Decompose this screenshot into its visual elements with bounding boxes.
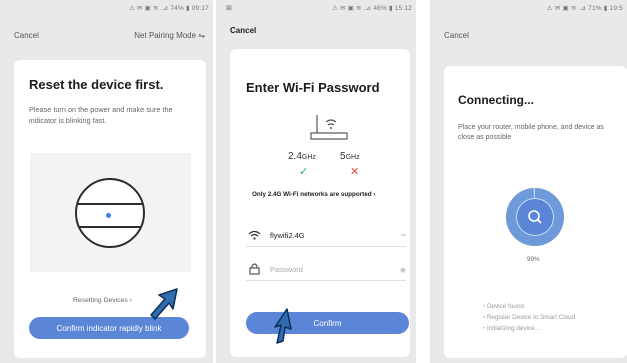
freq-5ghz: 5GHz (340, 151, 360, 162)
cancel-button[interactable]: Cancel (230, 26, 256, 35)
list-item: Register Device to Smart Cloud (483, 312, 575, 323)
wifi-password-screen: ⊠ ⚠ ✉ ▣ ≋ .⊿ 46% ▮ 15:12 Cancel (216, 0, 416, 363)
cross-icon: ✕ (350, 166, 360, 178)
cancel-button[interactable]: Cancel (444, 31, 469, 40)
progress-ring (506, 188, 564, 246)
freq-2-4ghz-unit: GHz (301, 154, 316, 161)
page-title: Enter Wi-Fi Password (246, 80, 380, 95)
progress-label: 99% (527, 256, 540, 263)
freq-5ghz-unit: GHz (345, 154, 360, 161)
wifi-name-row[interactable]: flywifi2.4G ⇋ (246, 225, 406, 247)
net-pairing-mode-button[interactable]: Net Pairing Mode ⇋ (134, 31, 205, 40)
reset-instructions: Please turn on the power and make sure t… (29, 105, 173, 125)
progress-steps: Device found Register Device to Smart Cl… (483, 301, 575, 334)
switch-network-icon[interactable]: ⇋ (401, 232, 406, 239)
wifi-name-value: flywifi2.4G (270, 231, 305, 240)
divider (246, 246, 406, 247)
status-bar: ⚠ ✉ ▣ ≋ .⊿ 46% ▮ 15:12 (331, 5, 412, 12)
password-input[interactable] (270, 262, 380, 276)
resetting-devices-link[interactable]: Resetting Devices › (73, 297, 132, 304)
connecting-instructions: Place your router, mobile phone, and dev… (458, 124, 604, 141)
device-image-line (79, 226, 141, 228)
wifi-icon (248, 230, 261, 240)
list-item: Initializing device... (483, 323, 575, 334)
wifi-card (230, 49, 410, 357)
page-title: Connecting... (458, 93, 534, 107)
list-item: Device found (483, 301, 575, 312)
password-row: ◉ (246, 259, 406, 281)
page-title: Reset the device first. (29, 77, 164, 92)
supported-networks-link[interactable]: Only 2.4G Wi-Fi networks are supported › (252, 191, 375, 198)
status-bar: ⚠ ✉ ▣ ≋ .⊿ 71% ▮ 19:5 (546, 5, 623, 12)
indicator-light (106, 213, 111, 218)
show-password-icon[interactable]: ◉ (400, 266, 406, 274)
pointing-hand-icon (150, 288, 178, 320)
router-icon (310, 115, 348, 140)
reset-device-screen: ⚠ ✉ ▣ ≋ .⊿ 74% ▮ 09:17 Cancel Net Pairin… (0, 0, 213, 363)
freq-2-4ghz: 2.4GHz (288, 151, 316, 162)
lock-icon (249, 263, 260, 275)
device-image-line (77, 203, 143, 205)
check-icon: ✓ (299, 166, 309, 178)
freq-2-4ghz-value: 2.4 (288, 151, 302, 162)
notification-icon: ⊠ (226, 5, 232, 12)
divider (246, 280, 406, 281)
progress-center (517, 199, 553, 235)
status-bar: ⚠ ✉ ▣ ≋ .⊿ 74% ▮ 09:17 (128, 5, 209, 12)
pointing-hand-icon (274, 308, 292, 344)
cancel-button[interactable]: Cancel (14, 31, 39, 40)
